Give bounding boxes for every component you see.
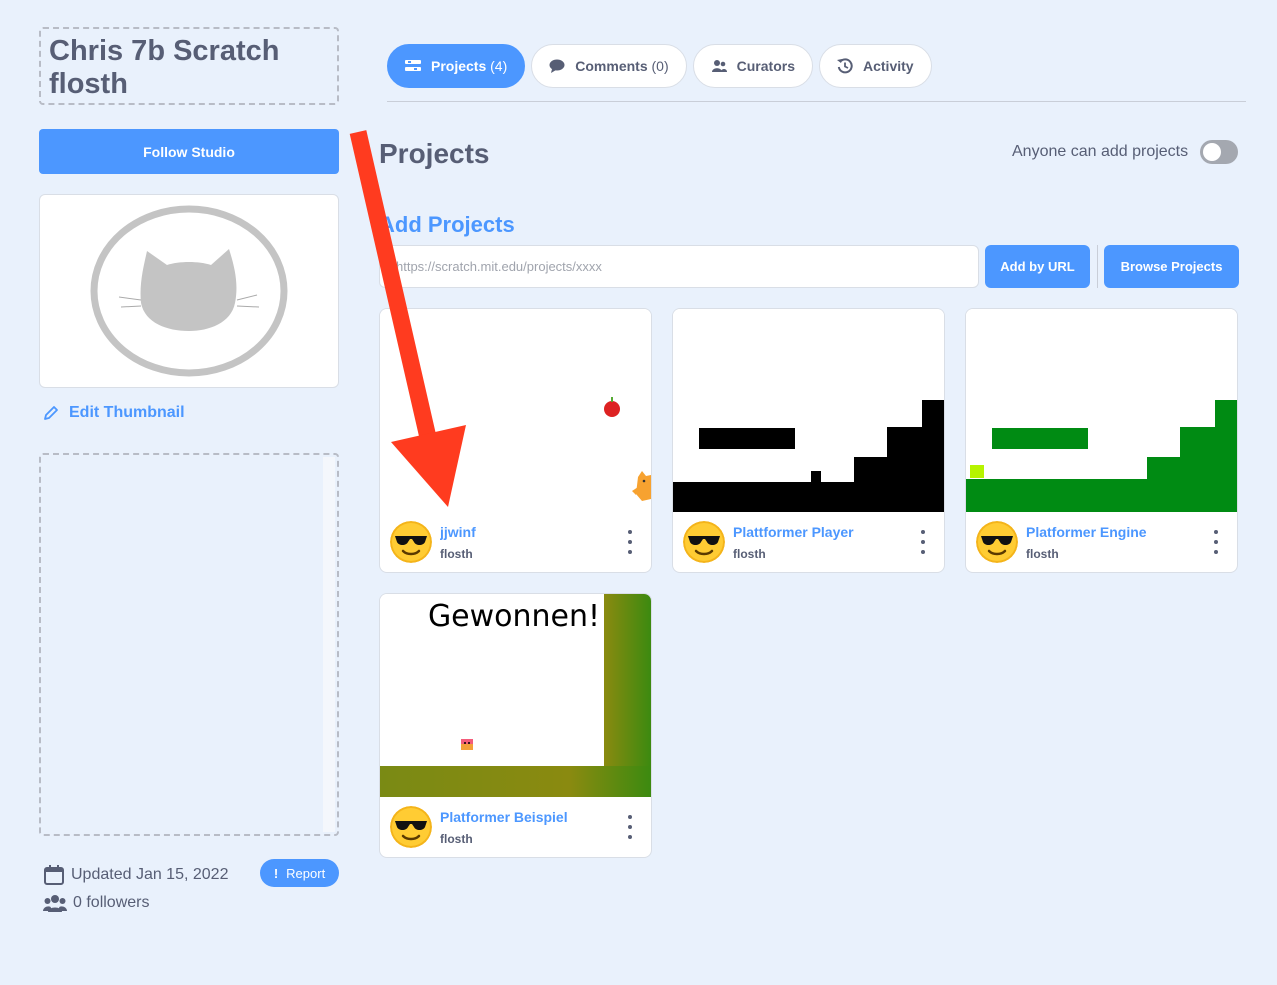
more-options-icon[interactable] (623, 530, 637, 554)
project-url-input[interactable] (379, 245, 979, 288)
toggle-knob (1203, 143, 1221, 161)
more-options-icon[interactable] (623, 815, 637, 839)
studio-title[interactable]: Chris 7b Scratch flosth (39, 27, 339, 105)
author-avatar-icon[interactable] (683, 521, 725, 563)
project-info: Platformer Beispiel flosth (380, 797, 651, 857)
project-thumbnail[interactable] (673, 309, 944, 512)
studio-description[interactable] (39, 453, 339, 836)
tab-comments[interactable]: Comments (0) (531, 44, 687, 88)
project-title[interactable]: Platformer Beispiel (440, 809, 620, 825)
projects-icon (405, 60, 421, 71)
followers-text: 0 followers (73, 894, 150, 911)
project-thumbnail[interactable] (966, 309, 1237, 512)
updated-text: Updated Jan 15, 2022 (71, 866, 229, 883)
author-avatar-icon[interactable] (976, 521, 1018, 563)
exclamation-icon: ! (273, 865, 279, 881)
project-title[interactable]: Plattformer Player (733, 524, 913, 540)
project-author[interactable]: flosth (440, 547, 473, 561)
project-info: jjwinf flosth (380, 512, 651, 572)
project-info: Platformer Engine flosth (966, 512, 1237, 572)
player-sprite (461, 739, 473, 750)
tab-label: Comments (575, 58, 648, 74)
project-author[interactable]: flosth (1026, 547, 1059, 561)
updated-row: Updated Jan 15, 2022 (43, 863, 228, 887)
browse-projects-button[interactable]: Browse Projects (1104, 245, 1239, 288)
description-scrollbar[interactable] (323, 457, 335, 832)
tab-label: Activity (863, 58, 914, 74)
report-button[interactable]: ! Report (260, 859, 339, 887)
add-by-url-button[interactable]: Add by URL (985, 245, 1090, 288)
anyone-can-add-label: Anyone can add projects (1012, 143, 1189, 160)
project-author[interactable]: flosth (440, 832, 473, 846)
history-icon (837, 58, 853, 74)
people-icon (711, 60, 727, 72)
project-card[interactable]: Plattformer Player flosth (672, 308, 945, 573)
tabs-divider (387, 101, 1246, 102)
studio-tabs: Projects (4) Comments (0) Curators Activ… (387, 44, 932, 88)
author-avatar-icon[interactable] (390, 521, 432, 563)
project-info: Plattformer Player flosth (673, 512, 944, 572)
add-projects-heading: Add Projects (379, 212, 515, 237)
anyone-can-add-toggle[interactable] (1200, 140, 1238, 164)
calendar-icon (44, 865, 64, 885)
edit-thumbnail-link[interactable]: Edit Thumbnail (43, 402, 185, 424)
project-thumbnail[interactable]: Gewonnen! (380, 594, 651, 797)
tab-label: Projects (431, 58, 487, 74)
edit-thumbnail-label: Edit Thumbnail (69, 404, 185, 421)
tab-label: Curators (736, 58, 795, 74)
project-card[interactable]: Gewonnen! Platformer Beispiel flosth (379, 593, 652, 858)
cat-placeholder-icon (90, 205, 288, 377)
project-title[interactable]: jjwinf (440, 524, 620, 540)
project-title[interactable]: Platformer Engine (1026, 524, 1206, 540)
report-label: Report (286, 865, 326, 881)
project-card[interactable]: jjwinf flosth (379, 308, 652, 573)
pencil-icon (44, 406, 58, 420)
author-avatar-icon[interactable] (390, 806, 432, 848)
comment-bubble-icon (549, 59, 565, 73)
project-thumbnail[interactable] (380, 309, 651, 512)
follow-studio-button[interactable]: Follow Studio (39, 129, 339, 174)
followers-row: 0 followers (43, 891, 149, 915)
more-options-icon[interactable] (1209, 530, 1223, 554)
projects-heading: Projects (379, 138, 490, 169)
tab-count: (0) (651, 58, 669, 74)
studio-thumbnail (39, 194, 339, 388)
tab-count: (4) (490, 58, 508, 74)
tab-activity[interactable]: Activity (819, 44, 932, 88)
button-separator (1097, 245, 1098, 288)
tab-curators[interactable]: Curators (692, 44, 813, 88)
project-author[interactable]: flosth (733, 547, 766, 561)
project-card[interactable]: Platformer Engine flosth (965, 308, 1238, 573)
thumbnail-caption: Gewonnen! (428, 599, 600, 634)
followers-icon (43, 895, 67, 912)
tab-projects[interactable]: Projects (4) (387, 44, 526, 88)
more-options-icon[interactable] (916, 530, 930, 554)
